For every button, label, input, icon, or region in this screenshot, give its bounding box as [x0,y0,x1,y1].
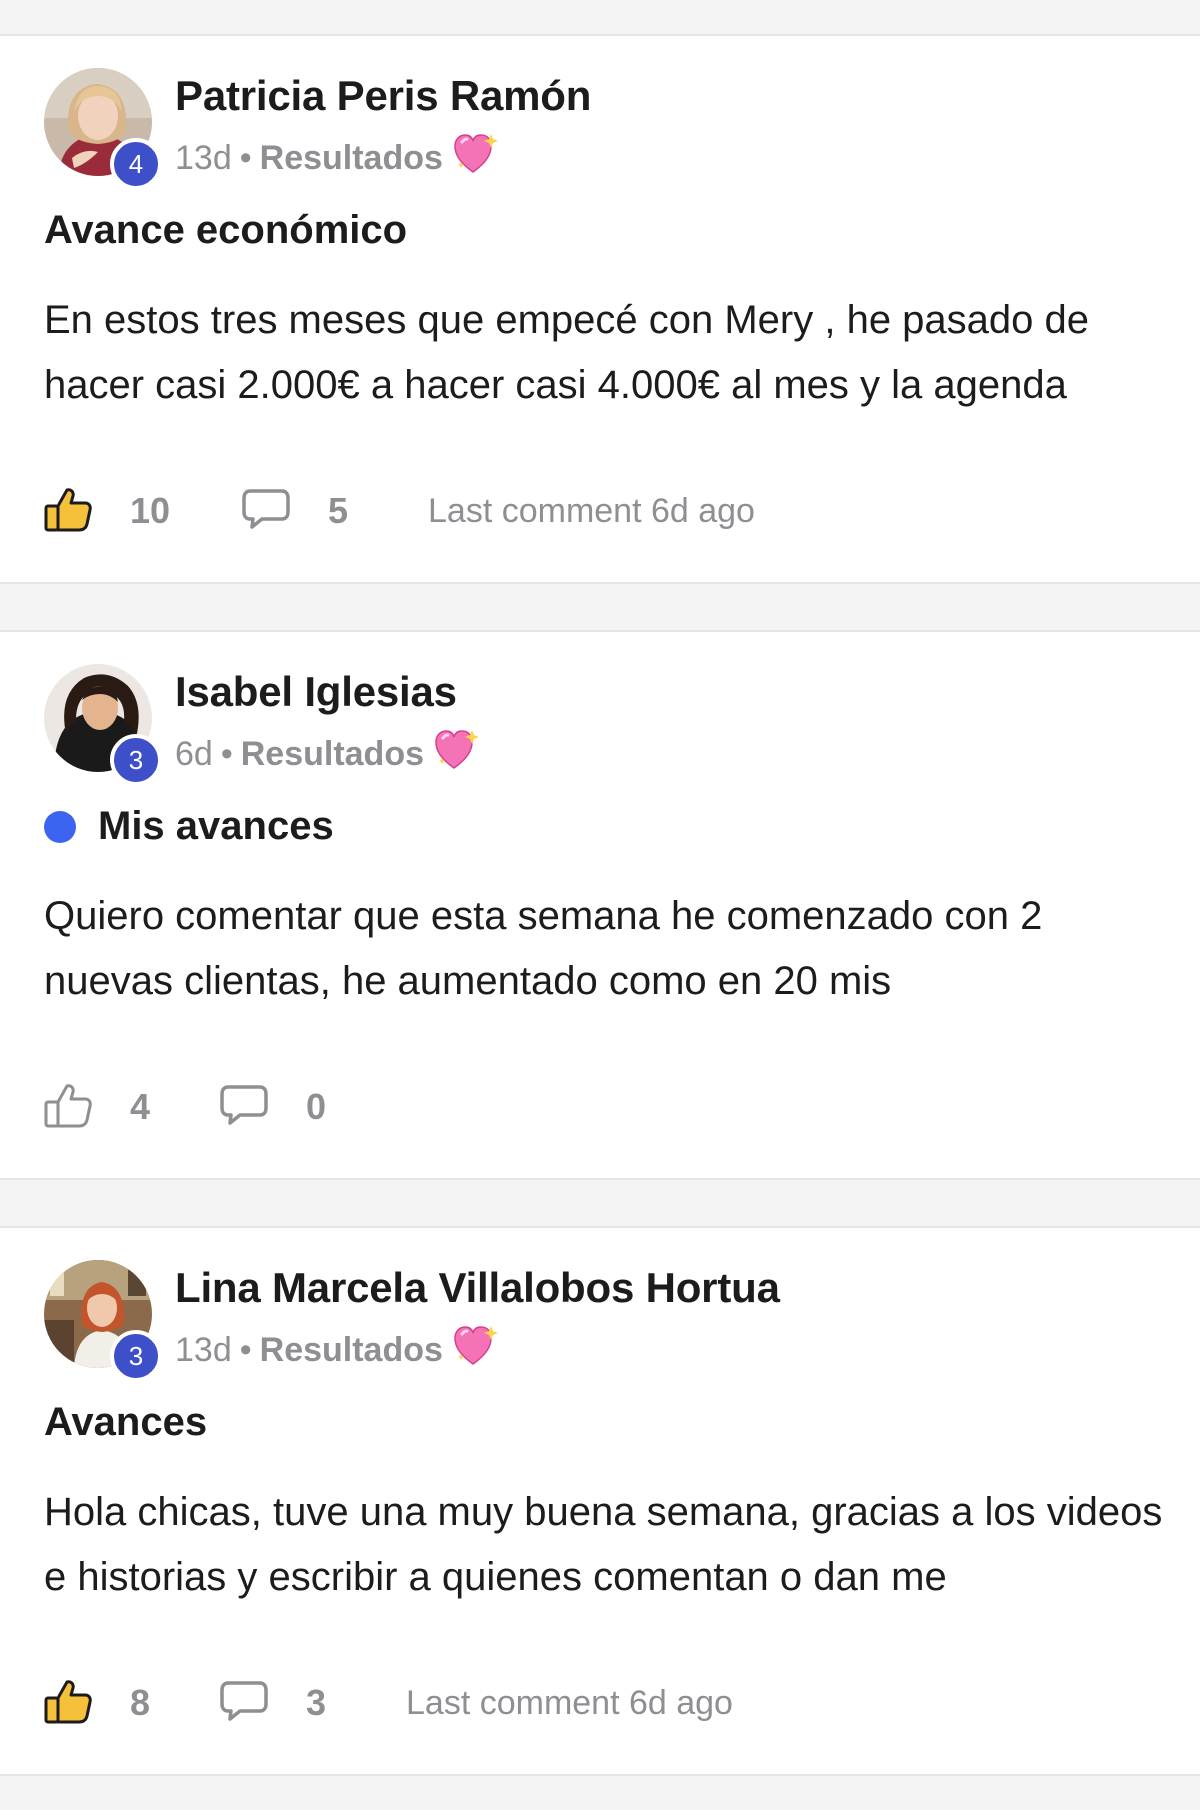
post-actions: 8 3 Last comment 6d ago [44,1673,733,1733]
thumbs-up-outline-icon [44,1082,92,1133]
feed-spacer [0,584,1200,630]
feed-spacer [0,0,1200,34]
last-comment-text: Last comment 6d ago [406,1683,733,1722]
post-title-row[interactable]: Avances [44,1400,207,1445]
author-name[interactable]: Isabel Iglesias [175,668,457,716]
post-title[interactable]: Avance económico [44,208,407,253]
post-time: 6d [175,735,213,773]
comment-bubble-icon [242,488,290,535]
post-meta: 13d • Resultados [175,132,499,185]
meta-separator: • [239,1331,252,1369]
level-badge: 4 [110,138,162,190]
comment-button[interactable]: 0 [220,1084,406,1131]
post-meta: 6d • Resultados [175,728,480,781]
post-card[interactable]: 3 Lina Marcela Villalobos Hortua 13d • R… [0,1226,1200,1776]
post-time: 13d [175,1331,232,1369]
sparkling-heart-icon [453,1324,499,1377]
post-card[interactable]: 4 Patricia Peris Ramón 13d • Resultados … [0,34,1200,584]
sparkling-heart-icon [434,728,480,781]
like-button[interactable]: 4 [44,1082,220,1133]
post-actions: 10 5 Last comment 6d ago [44,481,755,541]
level-badge: 3 [110,734,162,786]
post-title-row[interactable]: Mis avances [44,804,334,849]
feed-spacer [0,1180,1200,1226]
feed-spacer [0,1776,1200,1810]
comment-count: 5 [328,490,349,531]
post-title-row[interactable]: Avance económico [44,208,407,253]
post-excerpt[interactable]: Quiero comentar que esta semana he comen… [44,884,1174,1014]
sparkling-heart-icon [453,132,499,185]
comment-bubble-icon [220,1680,268,1727]
unread-indicator [44,810,76,843]
thumbs-up-filled-icon [44,1678,92,1729]
like-count: 4 [130,1086,151,1127]
meta-separator: • [239,139,252,177]
author-avatar[interactable]: 4 [44,68,162,190]
thumbs-up-filled-icon [44,486,92,537]
level-badge: 3 [110,1330,162,1382]
category-label[interactable]: Resultados [260,1331,443,1370]
author-name[interactable]: Patricia Peris Ramón [175,72,591,120]
post-excerpt[interactable]: Hola chicas, tuve una muy buena semana, … [44,1480,1174,1610]
post-meta: 13d • Resultados [175,1324,499,1377]
post-title[interactable]: Avances [44,1400,207,1445]
like-button[interactable]: 10 [44,486,242,537]
author-name[interactable]: Lina Marcela Villalobos Hortua [175,1264,780,1312]
comment-button[interactable]: 3 [220,1680,406,1727]
comment-count: 0 [306,1086,327,1127]
meta-separator: • [220,735,233,773]
like-count: 10 [130,490,171,531]
last-comment-text: Last comment 6d ago [428,491,755,530]
category-label[interactable]: Resultados [241,735,424,774]
post-title[interactable]: Mis avances [98,804,334,849]
post-card[interactable]: 3 Isabel Iglesias 6d • Resultados Mis av… [0,630,1200,1180]
post-time: 13d [175,139,232,177]
author-avatar[interactable]: 3 [44,664,162,786]
posts-feed: 4 Patricia Peris Ramón 13d • Resultados … [0,0,1200,1810]
post-actions: 4 0 [44,1077,406,1137]
like-button[interactable]: 8 [44,1678,220,1729]
comment-button[interactable]: 5 [242,488,428,535]
author-avatar[interactable]: 3 [44,1260,162,1382]
post-excerpt[interactable]: En estos tres meses que empecé con Mery … [44,288,1174,418]
comment-bubble-icon [220,1084,268,1131]
comment-count: 3 [306,1682,327,1723]
like-count: 8 [130,1682,151,1723]
category-label[interactable]: Resultados [260,139,443,178]
